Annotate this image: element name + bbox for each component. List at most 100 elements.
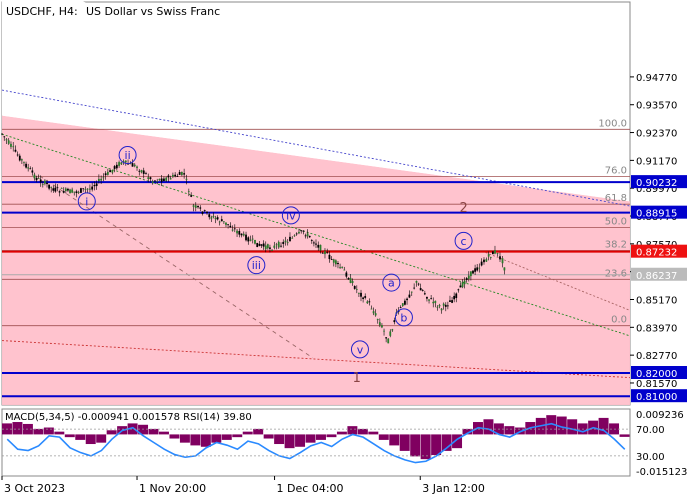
candle-body — [86, 188, 89, 190]
candle-body — [306, 233, 309, 237]
candle-body — [328, 254, 331, 260]
candle-body — [174, 174, 177, 177]
candle-body — [256, 242, 259, 248]
macd-histogram-bar — [431, 434, 442, 456]
candle-body — [503, 267, 506, 271]
candle-body — [401, 303, 404, 306]
candle-body — [67, 188, 69, 191]
price-level-tag-label: 0.81000 — [636, 392, 677, 403]
candle-body — [52, 188, 55, 191]
candle-body — [238, 230, 241, 235]
candle-body — [249, 239, 252, 241]
candle-body — [187, 191, 190, 193]
candle-body — [240, 233, 243, 236]
candle-body — [304, 235, 307, 237]
candle-body — [451, 300, 453, 303]
candle-body — [254, 239, 256, 244]
candle-body — [289, 236, 291, 242]
candle-body — [457, 289, 460, 291]
candle-body — [201, 211, 204, 214]
fib-level-label: 61.8 — [605, 193, 627, 204]
candle-body — [197, 205, 199, 208]
candle-body — [461, 282, 464, 288]
candle-body — [463, 280, 466, 285]
candle-body — [167, 175, 170, 178]
candle-body — [315, 243, 317, 245]
candle-body — [326, 252, 329, 254]
candle-body — [56, 187, 59, 189]
candle-body — [214, 218, 217, 220]
candle-body — [16, 154, 19, 156]
candle-body — [106, 171, 109, 175]
macd-histogram-bar — [357, 428, 368, 435]
candle-body — [97, 178, 100, 182]
candle-body — [453, 295, 456, 300]
fib-level-label: 76.0 — [605, 165, 627, 176]
candle-body — [163, 178, 165, 181]
candle-body — [383, 330, 385, 332]
candle-body — [10, 143, 12, 147]
candle-body — [313, 242, 315, 244]
candle-body — [389, 331, 392, 336]
candle-body — [419, 288, 422, 291]
macd-histogram-bar — [12, 422, 23, 435]
macd-histogram-bar — [295, 434, 306, 447]
candle-body — [190, 195, 193, 197]
candle-body — [140, 170, 143, 173]
candle-body — [343, 269, 346, 271]
candle-body — [459, 285, 462, 288]
candle-body — [199, 207, 202, 209]
candle-body — [360, 292, 362, 297]
candle-body — [194, 205, 197, 208]
wave-label-text: iv — [286, 209, 296, 222]
macd-histogram-bar — [148, 428, 159, 435]
candle-body — [444, 304, 447, 307]
macd-histogram-bar — [106, 430, 117, 435]
candle-body — [470, 271, 472, 277]
candle-body — [467, 275, 470, 279]
candle-body — [218, 221, 221, 223]
candle-body — [408, 294, 411, 298]
wave-degree-label: 2 — [459, 201, 467, 216]
candle-body — [31, 170, 34, 173]
macd-histogram-bar — [211, 434, 222, 443]
candle-body — [260, 244, 263, 246]
candle-body — [378, 322, 381, 326]
candle-body — [93, 185, 96, 187]
candle-body — [494, 250, 496, 254]
candle-body — [273, 245, 276, 248]
candle-body — [282, 241, 285, 245]
candle-body — [355, 289, 358, 290]
candle-body — [151, 181, 154, 184]
y-tick-label: 0.92370 — [636, 129, 677, 140]
candle-body — [180, 171, 183, 175]
candle-body — [321, 252, 324, 254]
candle-body — [27, 167, 30, 169]
wave-label-text: b — [400, 311, 407, 324]
wave-label-text: i — [85, 195, 88, 208]
candle-body — [372, 311, 375, 314]
candle-body — [449, 300, 451, 302]
macd-histogram-bar — [274, 434, 285, 445]
candle-body — [417, 283, 420, 285]
candle-body — [324, 251, 326, 255]
candle-body — [50, 186, 53, 188]
candle-body — [291, 237, 294, 239]
candle-body — [73, 191, 76, 193]
y-tick-label: 0.83970 — [636, 323, 677, 334]
macd-histogram-bar — [619, 434, 630, 437]
candle-body — [176, 176, 179, 177]
indicator-tick-label: 30.00 — [636, 452, 665, 463]
indicator-label: MACD(5,34,5) -0.000941 0.001578 RSI(14) … — [5, 412, 252, 423]
candle-body — [113, 166, 116, 169]
candle-body — [334, 260, 337, 265]
macd-histogram-bar — [159, 431, 169, 435]
candle-body — [206, 211, 208, 214]
candle-body — [233, 228, 236, 230]
price-level-tag-label: 0.88915 — [636, 209, 677, 220]
candle-body — [7, 140, 10, 144]
candle-body — [465, 278, 468, 280]
candle-body — [330, 259, 333, 261]
candle-body — [455, 293, 458, 299]
candle-body — [14, 149, 17, 152]
